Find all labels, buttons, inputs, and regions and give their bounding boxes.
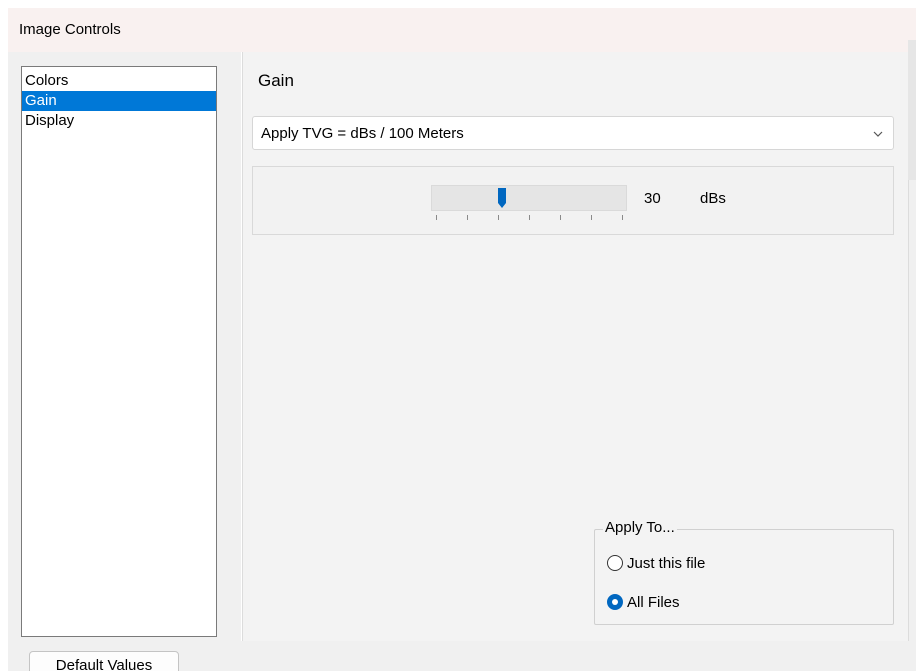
tvg-dropdown-value: Apply TVG = dBs / 100 Meters [261,125,464,142]
default-values-button[interactable]: Default Values [29,651,179,671]
dialog-body: Colors Gain Display Gain Apply TVG = dBs… [8,52,916,671]
gain-slider-thumb[interactable] [497,187,507,209]
slider-tick [529,215,530,220]
radio-unchecked-icon[interactable] [607,555,623,571]
slider-tick [560,215,561,220]
slider-tick [591,215,592,220]
gain-slider-track[interactable] [431,185,627,211]
gain-value: 30 [644,190,661,207]
radio-all-files[interactable]: All Files [607,592,680,612]
panel-title: Gain [258,71,294,90]
chevron-down-icon [873,131,883,137]
category-list[interactable]: Colors Gain Display [21,66,217,637]
apply-to-legend: Apply To... [603,519,677,536]
radio-label-just-this-file[interactable]: Just this file [627,555,705,572]
radio-label-all-files[interactable]: All Files [627,594,680,611]
settings-panel: Gain Apply TVG = dBs / 100 Meters 30 dBs… [241,52,916,641]
tvg-dropdown[interactable]: Apply TVG = dBs / 100 Meters [252,116,894,150]
window-title: Image Controls [19,21,121,38]
gain-unit: dBs [700,190,726,207]
slider-tick [498,215,499,220]
gain-slider-ticks [431,215,627,223]
window-edge [908,40,916,180]
radio-checked-icon[interactable] [607,594,623,610]
slider-tick [622,215,623,220]
gain-slider-box: 30 dBs [252,166,894,235]
list-item-gain[interactable]: Gain [22,91,216,111]
slider-tick [436,215,437,220]
list-item-colors[interactable]: Colors [22,71,216,91]
title-bar: Image Controls [8,8,916,52]
list-item-display[interactable]: Display [22,111,216,131]
slider-tick [467,215,468,220]
radio-just-this-file[interactable]: Just this file [607,553,705,573]
